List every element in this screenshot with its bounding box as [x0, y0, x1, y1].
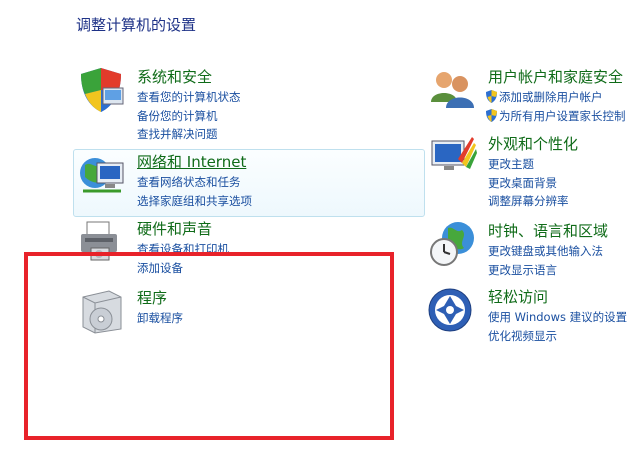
- link-text: 为所有用户设置家长控制: [499, 108, 626, 123]
- category-title[interactable]: 外观和个性化: [488, 133, 578, 154]
- link-change-desktop-background[interactable]: 更改桌面背景: [488, 174, 569, 193]
- users-icon: [431, 72, 474, 108]
- link-parental-controls[interactable]: 为所有用户设置家长控制: [486, 107, 626, 126]
- appearance-monitor-icon: [431, 137, 477, 170]
- link-windows-recommended-settings[interactable]: 使用 Windows 建议的设置: [488, 308, 627, 327]
- link-text: 添加或删除用户帐户: [499, 90, 603, 104]
- category-title[interactable]: 硬件和声音: [137, 218, 212, 239]
- network-globe-icon: [80, 158, 124, 193]
- link-view-computer-status[interactable]: 查看您的计算机状态: [137, 88, 241, 107]
- shield-icon: [81, 68, 124, 112]
- link-change-keyboard-input[interactable]: 更改键盘或其他输入法: [488, 242, 603, 261]
- category-title[interactable]: 网络和 Internet: [137, 151, 246, 172]
- uac-shield-icon: [486, 90, 497, 103]
- category-title[interactable]: 用户帐户和家庭安全: [488, 66, 623, 87]
- link-add-remove-accounts[interactable]: 添加或删除用户帐户: [486, 88, 626, 107]
- red-highlight-annotation: [24, 252, 394, 440]
- category-title[interactable]: 时钟、语言和区域: [488, 220, 608, 241]
- link-homegroup-sharing[interactable]: 选择家庭组和共享选项: [137, 192, 252, 211]
- link-optimize-visual-display[interactable]: 优化视频显示: [488, 327, 627, 346]
- category-title[interactable]: 轻松访问: [488, 286, 548, 307]
- uac-shield-icon: [486, 108, 497, 122]
- link-change-display-language[interactable]: 更改显示语言: [488, 261, 603, 280]
- page-title: 调整计算机的设置: [76, 16, 197, 34]
- clock-globe-icon: [430, 222, 474, 266]
- link-view-network-status[interactable]: 查看网络状态和任务: [137, 173, 252, 192]
- ease-of-access-icon: [428, 288, 472, 332]
- link-backup-computer[interactable]: 备份您的计算机: [137, 107, 241, 126]
- link-adjust-resolution[interactable]: 调整屏幕分辨率: [488, 192, 569, 211]
- category-title[interactable]: 系统和安全: [137, 66, 212, 87]
- link-troubleshoot[interactable]: 查找并解决问题: [137, 125, 241, 144]
- link-change-theme[interactable]: 更改主题: [488, 155, 569, 174]
